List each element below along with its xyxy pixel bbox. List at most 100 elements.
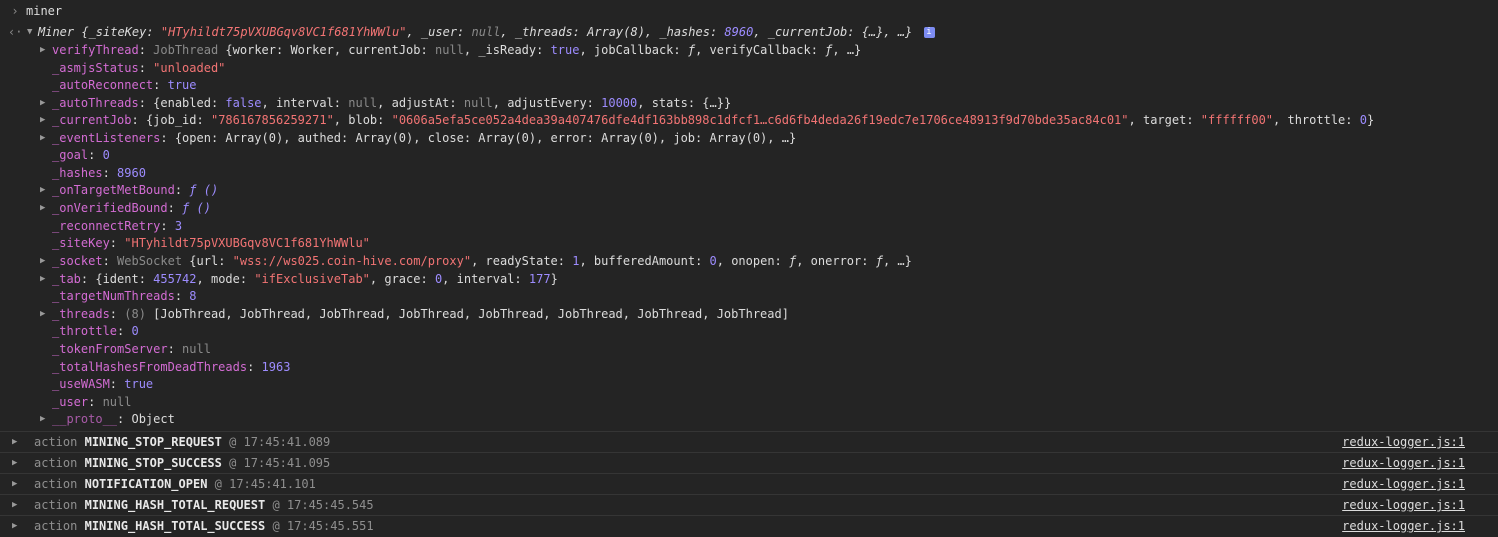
prop-onVerifiedBound[interactable]: ▶ _onVerifiedBound: ƒ () <box>0 200 1498 217</box>
expand-triangle-icon[interactable]: ▶ <box>12 432 17 453</box>
log-word: action <box>34 498 78 512</box>
prop-value: true <box>124 377 154 391</box>
summary-user: null <box>471 25 501 39</box>
log-source-link[interactable]: redux-logger.js:1 <box>1342 474 1465 495</box>
log-entry[interactable]: ▶ action MINING_HASH_TOTAL_SUCCESS @ 17:… <box>0 515 1498 537</box>
prop-value: ƒ <box>875 254 883 268</box>
prop-currentJob[interactable]: ▶ _currentJob: {job_id: "786167856259271… <box>0 112 1498 129</box>
prop-key: _asmjsStatus <box>52 61 139 75</box>
expand-triangle-icon[interactable]: ▶ <box>40 271 45 288</box>
expand-triangle-icon[interactable]: ▶ <box>40 112 45 129</box>
prop-value: 0 <box>131 324 139 338</box>
expand-triangle-icon[interactable]: ▶ <box>40 42 45 59</box>
prop-value: null <box>434 43 464 57</box>
prop-value: null <box>182 342 211 356</box>
prop-value: 0 <box>709 254 717 268</box>
prop-text: , throttle: <box>1273 113 1360 127</box>
prop-siteKey: _siteKey: "HTyhildt75pVXUBGqv8VC1f681YhW… <box>52 236 370 250</box>
expand-triangle-icon[interactable]: ▶ <box>40 182 45 199</box>
prop-type: JobThread <box>153 43 219 57</box>
prop-reconnectRetry: _reconnectRetry: 3 <box>52 219 183 233</box>
expand-triangle-icon[interactable]: ▶ <box>40 95 45 112</box>
prop-onTargetMetBound[interactable]: ▶ _onTargetMetBound: ƒ () <box>0 182 1498 199</box>
result-summary[interactable]: ‹· ▼ Miner {_siteKey: "HTyhildt75pVXUBGq… <box>0 24 1498 41</box>
summary-hashes: 8960 <box>724 25 754 39</box>
info-icon[interactable]: i <box>923 27 935 38</box>
expand-triangle-icon[interactable]: ▼ <box>27 24 32 41</box>
prop-text: , authed: <box>283 131 356 145</box>
prop-value: ƒ <box>687 43 696 57</box>
prop-text: , jobCallback: <box>579 43 688 57</box>
log-word: action <box>34 519 78 533</box>
expand-triangle-icon[interactable]: ▶ <box>40 200 45 217</box>
prop-value: Array(0) <box>709 131 768 145</box>
prop-value: ƒ () <box>182 201 211 215</box>
prop-hashes: _hashes: 8960 <box>52 166 146 180</box>
prop-tab[interactable]: ▶ _tab: {ident: 455742, mode: "ifExclusi… <box>0 271 1498 288</box>
prop-key: _tab <box>52 272 81 286</box>
prop-key: _onVerifiedBound <box>52 201 168 215</box>
log-source-link[interactable]: redux-logger.js:1 <box>1342 495 1465 516</box>
log-entry[interactable]: ▶ action MINING_HASH_TOTAL_REQUEST @ 17:… <box>0 494 1498 516</box>
prop-threads[interactable]: ▶ _threads: (8) [JobThread, JobThread, J… <box>0 306 1498 323</box>
prop-proto[interactable]: ▶ __proto__: Object <box>0 411 1498 428</box>
summary-text: , _currentJob: <box>753 25 862 39</box>
prop-text: , …} <box>767 131 797 145</box>
prop-text: , bufferedAmount: <box>579 254 710 268</box>
prop-text: , adjustEvery: <box>492 96 602 110</box>
prop-key: _socket <box>52 254 103 268</box>
log-action-type: MINING_STOP_SUCCESS <box>84 456 222 470</box>
expand-triangle-icon[interactable]: ▶ <box>12 495 17 516</box>
prop-value: "ffffff00" <box>1200 113 1274 127</box>
prop-text: {enabled: <box>153 96 226 110</box>
expand-triangle-icon[interactable]: ▶ <box>12 474 17 495</box>
prop-value: 8 <box>189 289 197 303</box>
object-class-name: Miner <box>38 25 75 39</box>
prop-autoThreads[interactable]: ▶ _autoThreads: {enabled: false, interva… <box>0 95 1498 112</box>
expand-triangle-icon[interactable]: ▶ <box>12 453 17 474</box>
log-source-link[interactable]: redux-logger.js:1 <box>1342 516 1465 537</box>
log-timestamp: @ 17:45:41.089 <box>229 435 331 449</box>
prop-value: 0 <box>102 148 110 162</box>
prop-value: 10000 <box>601 96 638 110</box>
expand-triangle-icon[interactable]: ▶ <box>40 306 45 323</box>
prop-text: {open: <box>174 131 226 145</box>
prop-key: _hashes <box>52 166 103 180</box>
expand-triangle-icon[interactable]: ▶ <box>40 130 45 147</box>
log-entry[interactable]: ▶ action MINING_STOP_SUCCESS @ 17:45:41.… <box>0 452 1498 474</box>
log-entry[interactable]: ▶ action MINING_STOP_REQUEST @ 17:45:41.… <box>0 431 1498 453</box>
summary-text: {_siteKey: <box>81 25 161 39</box>
input-expression: miner <box>26 4 63 18</box>
prop-value: 8960 <box>117 166 146 180</box>
log-source-link[interactable]: redux-logger.js:1 <box>1342 453 1465 474</box>
expand-triangle-icon[interactable]: ▶ <box>12 516 17 537</box>
prop-eventListeners[interactable]: ▶ _eventListeners: {open: Array(0), auth… <box>0 130 1498 147</box>
prop-key: _targetNumThreads <box>52 289 175 303</box>
input-prompt-icon: › <box>11 4 19 18</box>
prop-text: , interval: <box>261 96 349 110</box>
prop-text: } <box>723 96 732 110</box>
log-source-link[interactable]: redux-logger.js:1 <box>1342 432 1465 453</box>
prop-user: _user: null <box>52 395 132 409</box>
expand-triangle-icon[interactable]: ▶ <box>40 253 45 270</box>
log-timestamp: @ 17:45:45.545 <box>272 498 374 512</box>
log-timestamp: @ 17:45:45.551 <box>272 519 374 533</box>
prop-value: "0606a5efa5ce052a4dea39a407476dfe4df163b… <box>391 113 1129 127</box>
prop-key: _useWASM <box>52 377 110 391</box>
prop-key: _reconnectRetry <box>52 219 161 233</box>
prop-value: null <box>463 96 493 110</box>
prop-verifyThread[interactable]: ▶ verifyThread: JobThread {worker: Worke… <box>0 42 1498 59</box>
expand-triangle-icon[interactable]: ▶ <box>40 411 45 428</box>
prop-text: , …} <box>882 254 912 268</box>
prop-key: _autoReconnect <box>52 78 154 92</box>
prop-key: _autoThreads <box>52 96 139 110</box>
summary-text: , _hashes: <box>644 25 725 39</box>
prop-socket[interactable]: ▶ _socket: WebSocket {url: "wss://ws025.… <box>0 253 1498 270</box>
prop-value: "wss://ws025.coin-hive.com/proxy" <box>232 254 472 268</box>
log-entry[interactable]: ▶ action NOTIFICATION_OPEN @ 17:45:41.10… <box>0 473 1498 495</box>
prop-value: "786167856259271" <box>210 113 334 127</box>
console-input-line[interactable]: › miner <box>0 3 1498 20</box>
prop-key: _siteKey <box>52 236 110 250</box>
prop-text: , job: <box>658 131 710 145</box>
devtools-console: › miner ‹· ▼ Miner {_siteKey: "HTyhildt7… <box>0 0 1498 535</box>
